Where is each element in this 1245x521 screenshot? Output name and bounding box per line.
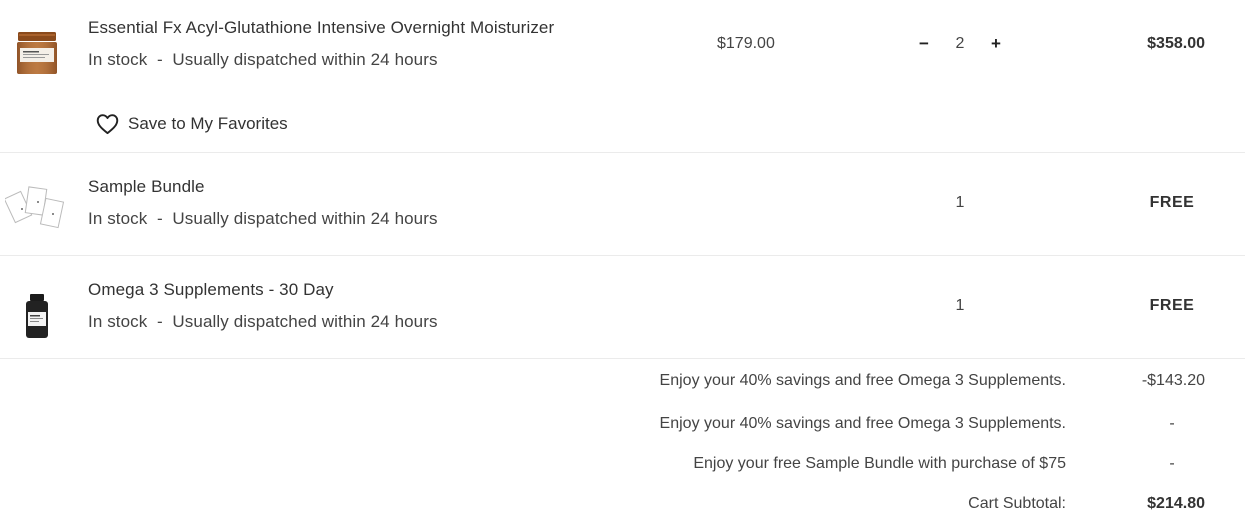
product-name[interactable]: Sample Bundle <box>88 177 205 197</box>
subtotal-value: $214.80 <box>1147 495 1205 512</box>
discount-label: Enjoy your 40% savings and free Omega 3 … <box>659 415 1066 432</box>
stock-status: In stock - Usually dispatched within 24 … <box>88 50 438 69</box>
save-to-favorites-label: Save to My Favorites <box>128 114 288 133</box>
cart-summary: Enjoy your 40% savings and free Omega 3 … <box>0 359 1245 521</box>
discount-label: Enjoy your 40% savings and free Omega 3 … <box>659 372 1066 389</box>
discount-value: -$143.20 <box>1141 372 1205 389</box>
discount-value: - <box>1169 415 1175 432</box>
heart-icon <box>96 113 119 135</box>
discount-label: Enjoy your free Sample Bundle with purch… <box>693 455 1066 472</box>
cart-item: Omega 3 Supplements - 30 Day In stock - … <box>0 256 1245 358</box>
product-thumbnail[interactable] <box>15 30 59 78</box>
quantity-value[interactable]: 2 <box>945 35 975 53</box>
quantity-value: 1 <box>955 194 965 211</box>
cart-item: Sample Bundle In stock - Usually dispatc… <box>0 153 1245 255</box>
stock-status: In stock - Usually dispatched within 24 … <box>88 312 438 331</box>
line-total: $358.00 <box>1147 35 1205 52</box>
cart-item: Essential Fx Acyl-Glutathione Intensive … <box>0 0 1245 152</box>
line-total: FREE <box>1149 297 1195 314</box>
subtotal-label: Cart Subtotal: <box>968 495 1066 512</box>
discount-value: - <box>1169 455 1175 472</box>
quantity-value: 1 <box>955 297 965 314</box>
unit-price: $179.00 <box>717 35 775 52</box>
product-name[interactable]: Essential Fx Acyl-Glutathione Intensive … <box>88 18 554 38</box>
decrease-quantity-button[interactable]: − <box>916 34 932 54</box>
save-to-favorites-button[interactable]: Save to My Favorites <box>96 113 288 135</box>
increase-quantity-button[interactable]: + <box>988 34 1004 54</box>
product-name[interactable]: Omega 3 Supplements - 30 Day <box>88 280 334 300</box>
stock-status: In stock - Usually dispatched within 24 … <box>88 209 438 228</box>
line-total: FREE <box>1149 194 1195 211</box>
product-thumbnail[interactable] <box>3 186 67 232</box>
product-thumbnail[interactable] <box>23 292 51 340</box>
